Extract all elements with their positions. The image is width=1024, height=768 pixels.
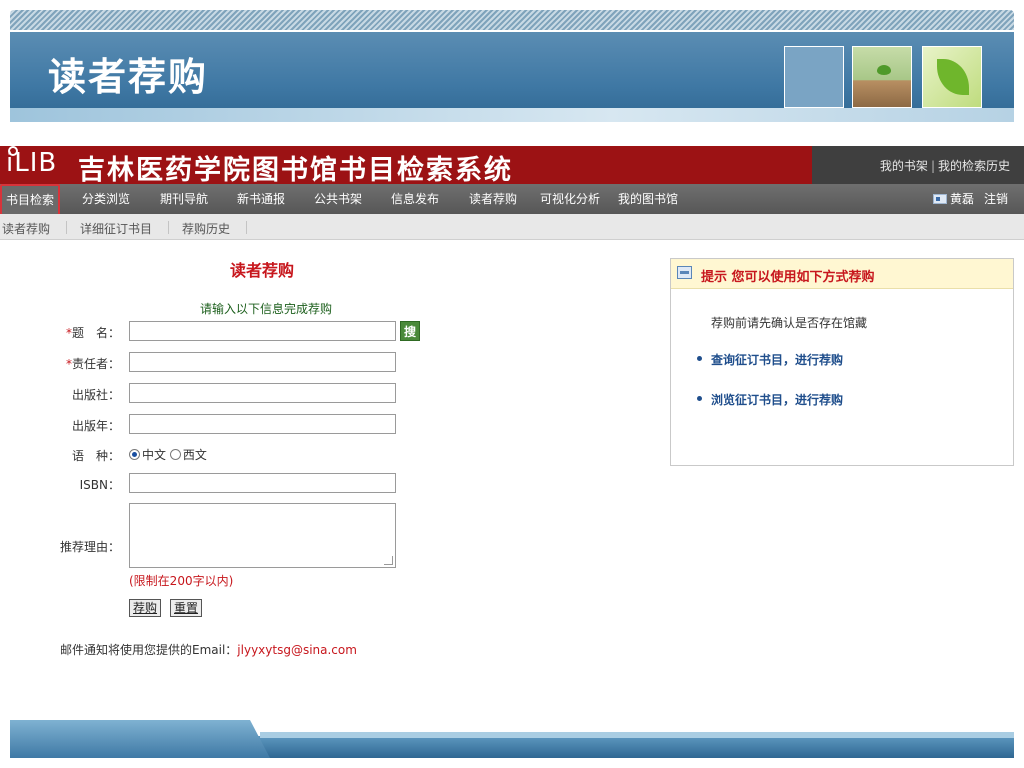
my-bookshelf-link[interactable]: 我的书架 — [880, 159, 928, 173]
banner-blank-thumbnail — [784, 46, 844, 108]
query-order-catalog-link[interactable]: 查询征订书目，进行荐购 — [711, 351, 843, 368]
language-label: 语 种： — [71, 449, 120, 463]
subnav-recommend-history[interactable]: 荐购历史 — [182, 220, 230, 237]
reason-label: 推荐理由： — [59, 540, 120, 554]
app-header: iLIB 吉林医药学院图书馆书目检索系统 我的书架 | 我的检索历史 — [0, 146, 1024, 186]
nav-item-journal-nav[interactable]: 期刊导航 — [160, 184, 208, 214]
logout-link[interactable]: 注销 — [984, 192, 1008, 206]
slide-footer — [10, 720, 1014, 758]
subnav-reader-recommend[interactable]: 读者荐购 — [2, 220, 50, 237]
isbn-input[interactable] — [129, 473, 396, 493]
submit-button[interactable]: 荐购 — [129, 599, 162, 617]
mail-note: 邮件通知将使用您提供的Email：jlyyxytsg@sina.com — [60, 643, 357, 657]
user-name[interactable]: 黄磊 — [950, 192, 974, 206]
tip-window-icon — [677, 266, 692, 279]
nav-item-visual-analysis[interactable]: 可视化分析 — [540, 184, 600, 214]
nav-item-category-browse[interactable]: 分类浏览 — [82, 184, 130, 214]
language-chinese-label[interactable]: 中文 — [142, 448, 166, 462]
form-title: 读者荐购 — [230, 261, 295, 280]
author-input[interactable] — [129, 352, 396, 372]
user-area: 黄磊 注销 — [932, 184, 1008, 214]
title-label: *题 名： — [65, 326, 120, 340]
language-chinese-radio[interactable] — [129, 449, 140, 460]
tip-header: 提示 您可以使用如下方式荐购 — [671, 259, 1013, 289]
tip-panel: 提示 您可以使用如下方式荐购 荐购前请先确认是否存在馆藏 查询征订书目，进行荐购… — [670, 258, 1014, 466]
sub-nav: 读者荐购 详细征订书目 荐购历史 — [0, 214, 1024, 240]
main-nav: 书目检索 分类浏览 期刊导航 新书通报 公共书架 信息发布 读者荐购 可视化分析… — [0, 184, 1024, 216]
nav-item-public-shelf[interactable]: 公共书架 — [314, 184, 362, 214]
reason-limit-note: (限制在200字以内) — [129, 574, 234, 588]
browse-order-catalog-link[interactable]: 浏览征订书目，进行荐购 — [711, 391, 843, 408]
bullet-icon — [697, 396, 702, 401]
subnav-order-catalog[interactable]: 详细征订书目 — [80, 220, 152, 237]
publisher-label: 出版社： — [71, 388, 120, 402]
year-label: 出版年： — [71, 419, 120, 433]
language-western-label[interactable]: 西文 — [183, 448, 207, 462]
form-hint: 请输入以下信息完成荐购 — [200, 302, 333, 316]
slide-top-stripe — [10, 10, 1014, 30]
reason-textarea[interactable] — [129, 503, 396, 568]
nav-item-catalog-search[interactable]: 书目检索 — [0, 184, 61, 216]
search-button[interactable]: 搜 — [400, 321, 420, 341]
author-label: *责任者： — [65, 357, 120, 371]
top-links: 我的书架 | 我的检索历史 — [879, 159, 1010, 173]
tip-note: 荐购前请先确认是否存在馆藏 — [711, 316, 868, 330]
nav-item-my-library[interactable]: 我的图书馆 — [618, 184, 678, 214]
banner-sprout-image — [852, 46, 912, 108]
language-radio-group: 中文 西文 — [129, 446, 207, 463]
bullet-icon — [697, 356, 702, 361]
nav-item-info-publish[interactable]: 信息发布 — [391, 184, 439, 214]
ilib-logo: iLIB — [6, 146, 58, 178]
title-input[interactable] — [129, 321, 396, 341]
tip-title: 提示 您可以使用如下方式荐购 — [701, 270, 875, 285]
year-input[interactable] — [129, 414, 396, 434]
isbn-label: ISBN： — [79, 478, 120, 492]
mail-address: jlyyxytsg@sina.com — [237, 643, 357, 657]
slide-banner: 读者荐购 — [10, 32, 1014, 122]
system-title: 吉林医药学院图书馆书目检索系统 — [78, 155, 513, 186]
user-card-icon — [932, 194, 947, 204]
nav-item-new-books[interactable]: 新书通报 — [237, 184, 285, 214]
slide-title: 读者荐购 — [48, 55, 209, 99]
search-history-link[interactable]: 我的检索历史 — [938, 159, 1010, 173]
language-western-radio[interactable] — [169, 449, 181, 460]
reset-button[interactable]: 重置 — [170, 599, 203, 617]
publisher-input[interactable] — [129, 383, 396, 403]
nav-item-reader-recommend[interactable]: 读者荐购 — [469, 184, 517, 214]
banner-leaf-image — [922, 46, 982, 108]
